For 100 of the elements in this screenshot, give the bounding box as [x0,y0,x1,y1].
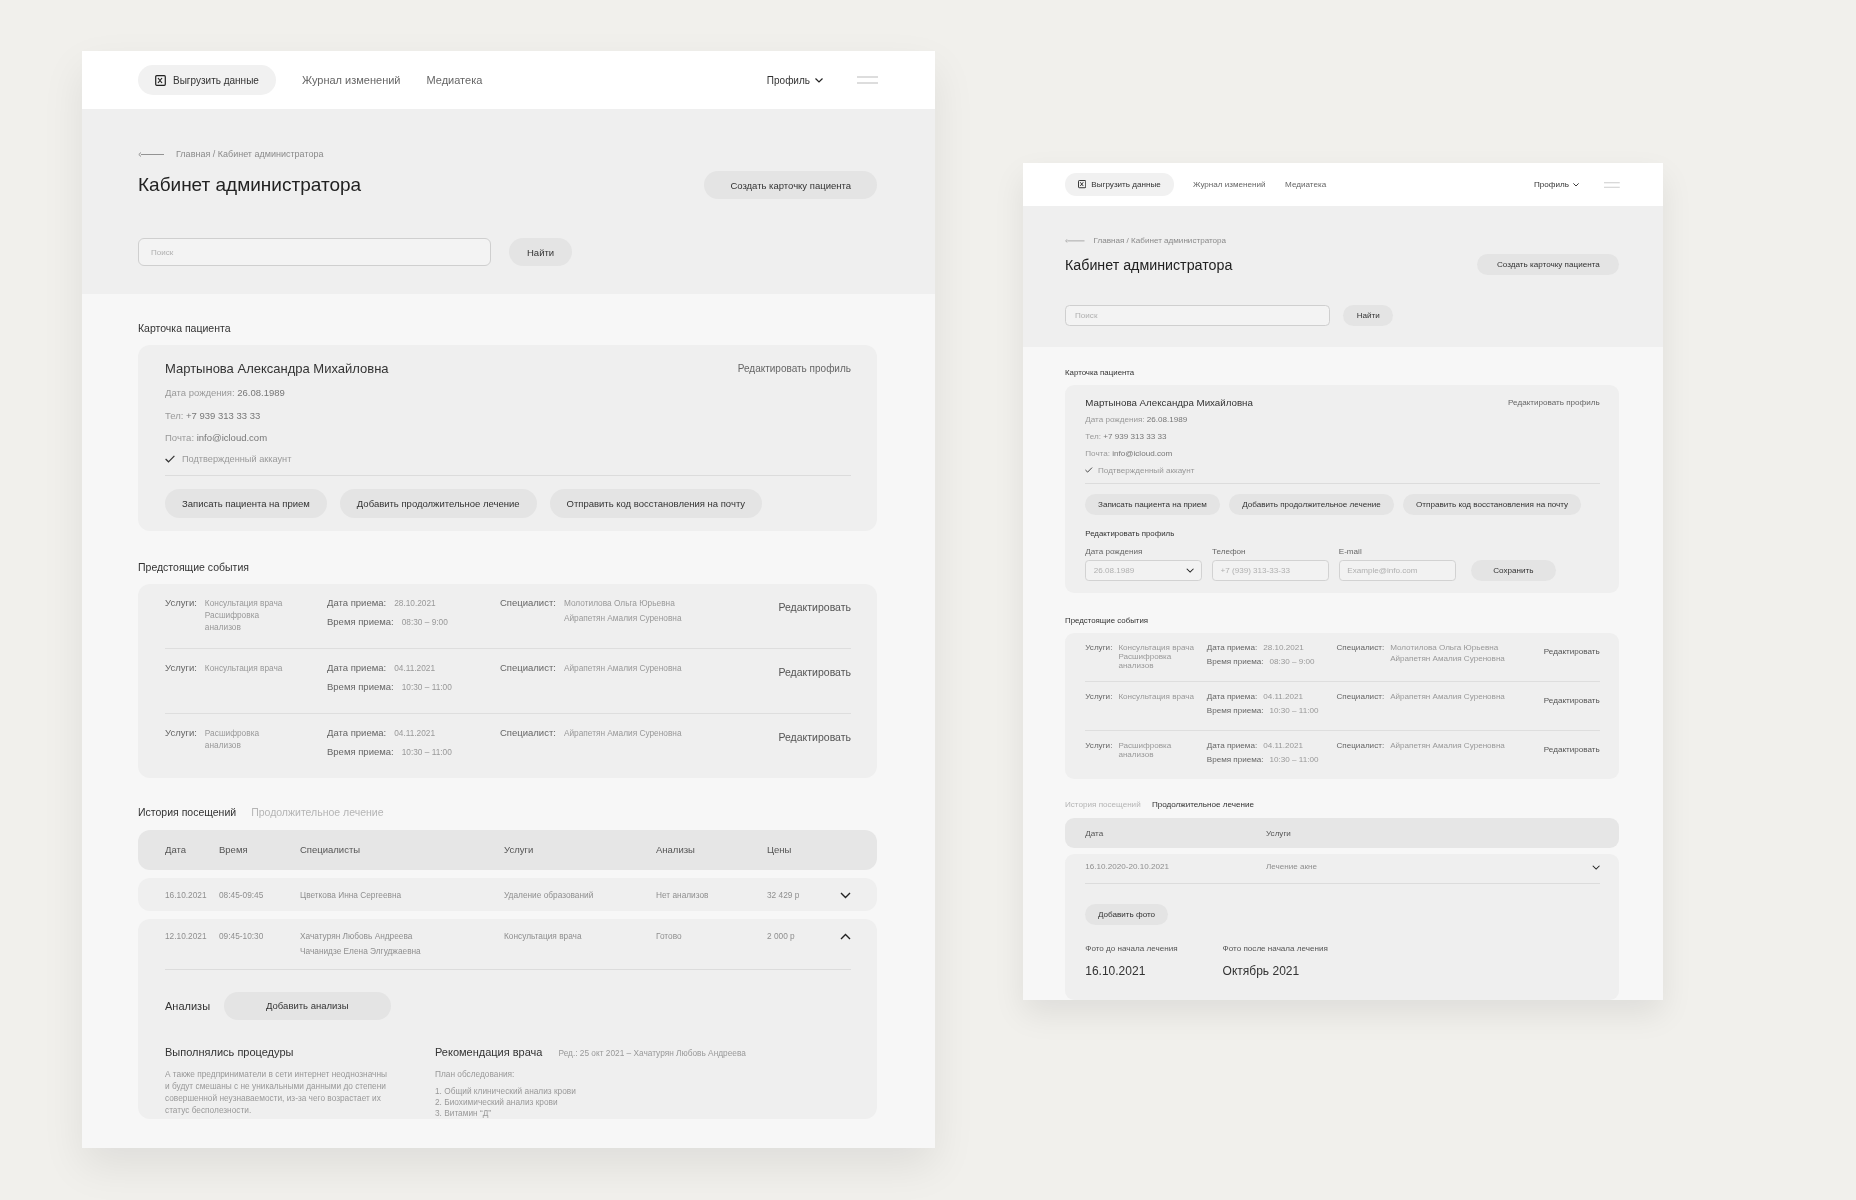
menu-icon[interactable] [857,76,878,84]
column-header: Дата [165,844,188,855]
action-button[interactable]: Записать пациента на прием [1085,493,1220,516]
field-label: Дата рождения [1085,546,1144,556]
plan-item: 3. Витамин “Д” [435,1107,493,1119]
edit-link[interactable]: Редактировать [1543,744,1600,754]
date-label: Дата приема: [1206,642,1258,652]
edit-link[interactable]: Редактировать [778,600,851,613]
column-header: Услуги [1266,828,1292,838]
edit-link[interactable]: Редактировать [1543,646,1600,656]
find-button[interactable]: Найти [1343,304,1394,326]
date-label: Дата приема: [327,661,387,673]
specialist-label: Специалист: [1336,691,1385,701]
edit-link[interactable]: Редактировать [778,730,851,743]
nav-link[interactable]: Медиатека [426,74,495,86]
find-button[interactable]: Найти [509,238,573,266]
appointment-time: 10:30 – 11:00 [401,680,452,693]
create-card-button[interactable]: Создать карточку пациента [1477,254,1620,276]
specialist-label: Специалист: [1336,740,1385,750]
appointment-date: 04.11.2021 [1263,740,1304,750]
service-name: Расшифровка анализов [1118,740,1173,759]
table-cell-text: 16.10.2020-20.10.2021 [1085,863,1170,872]
services-label: Услуги: [1085,642,1113,652]
edit-link[interactable]: Редактировать [778,665,851,678]
verified-label: Подтвержденный аккаунт [182,453,292,464]
photo-before-date: 16.10.2021 [1085,963,1147,978]
create-card-button[interactable]: Создать карточку пациента [704,171,877,199]
services-label: Услуги: [1085,691,1113,701]
specialist-name: Айрапетян Амалия Суреновна [1390,740,1505,750]
nav-link[interactable]: Журнал изменений [301,74,413,86]
column-header: Услуги [504,844,535,855]
column-header: Специалисты [300,844,362,855]
tab[interactable]: Продолжительное лечение [1151,800,1254,810]
profile-menu[interactable]: Профиль [766,74,823,86]
export-button[interactable]: Выгрузить данные [138,65,276,95]
appointment-time: 08:30 – 9:00 [401,615,448,628]
specialist-label: Специалист: [500,726,556,738]
appointment-date: 28.10.2021 [1263,642,1304,652]
column-header: Цены [767,844,793,855]
profile-menu[interactable]: Профиль [1534,180,1579,189]
search-field[interactable]: Поиск [1065,304,1330,326]
save-button[interactable]: Сохранить [1470,559,1556,581]
service-name: Консультация врача [204,596,284,609]
table-cell-text: 08:45-09:45 [219,889,265,901]
chevron-down-icon[interactable] [840,891,851,899]
procedures-title: Выполнялись процедуры [165,1045,295,1058]
export-button[interactable]: Выгрузить данные [1065,173,1174,196]
nav-link[interactable]: Журнал изменений [1193,180,1275,189]
chevron-down-icon [815,77,823,83]
edit-profile-link[interactable]: Редактировать профиль [1508,397,1600,407]
field-label: E-mail [1338,546,1363,556]
search-field[interactable]: Поиск [138,238,491,266]
table-cell-text: Чачанидзе Елена Элгуджаевна [300,945,422,957]
service-name: Расшифровка анализов [204,726,261,751]
input-field[interactable]: Example@info.com [1338,560,1456,581]
add-analyses-button[interactable]: Добавить анализы [224,991,391,1020]
edit-link[interactable]: Редактировать [1543,695,1600,705]
action-button[interactable]: Добавить продолжительное лечение [1229,493,1394,516]
edit-meta: Ред.: 25 окт 2021 – Хачатурян Любовь Андреева [558,1047,746,1058]
add-photo-button[interactable]: Добавить фото [1085,903,1168,925]
specialist-name: Айрапетян Амалия Суреновна [1390,654,1505,664]
table-row[interactable]: 16.10.2020-20.10.2021 Лечение акне Добавить фото Фото до начала лечения 16.10.2021 Фото после начала лечения Октябрь 2021 [1065,854,1620,1000]
date-label: Дата приема: [327,726,387,738]
table-cell-text: Удаление образований [504,889,595,901]
specialist-name: Молотилова Ольга Юрьевна [1390,642,1500,652]
back-arrow-icon[interactable] [138,151,164,157]
appointment-time: 10:30 – 11:00 [1269,755,1319,765]
tab[interactable]: История посещений [138,805,237,818]
specialist-label: Специалист: [1336,642,1385,652]
time-label: Время приема: [1206,657,1264,667]
services-label: Услуги: [165,596,197,608]
action-button[interactable]: Отправить код восстановления на почту [549,488,763,518]
appointment-time: 10:30 – 11:00 [401,745,452,758]
column-header: Анализы [656,844,696,855]
action-button[interactable]: Добавить продолжительное лечение [339,488,537,518]
table-cell-text: Нет анализов [656,889,710,901]
patient-info: Дата рождения: 26.08.1989 [165,386,286,399]
edit-profile-link[interactable]: Редактировать профиль [737,363,851,374]
page-title: Кабинет администратора [1065,256,1233,273]
action-button[interactable]: Отправить код восстановления на почту [1403,493,1581,516]
services-label: Услуги: [1085,740,1113,750]
section-title: Предстоящие события [138,559,250,573]
appointment-date: 28.10.2021 [394,596,436,609]
appointment-time: 08:30 – 9:00 [1269,657,1315,667]
chevron-up-icon[interactable] [840,932,851,940]
section-title: Карточка пациента [138,321,232,334]
plan-item: 1. Общий клинический анализ крови [435,1085,577,1097]
appointment-date: 04.11.2021 [394,661,436,674]
nav-link[interactable]: Медиатека [1285,180,1336,189]
field-label: Телефон [1212,546,1247,556]
patient-info: Почта: info@icloud.com [1085,447,1174,459]
time-label: Время приема: [327,745,394,757]
time-label: Время приема: [327,680,394,692]
patient-name: Мартынова Александра Михайловна [1085,396,1253,408]
date-label: Дата приема: [1206,740,1258,750]
analyses-title: Анализы [165,999,211,1012]
patient-info: Тел: +7 939 313 33 33 [1085,430,1168,442]
specialist-label: Специалист: [500,596,556,608]
action-button[interactable]: Записать пациента на прием [165,488,327,518]
specialist-name: Молотилова Ольга Юрьевна [563,596,676,609]
